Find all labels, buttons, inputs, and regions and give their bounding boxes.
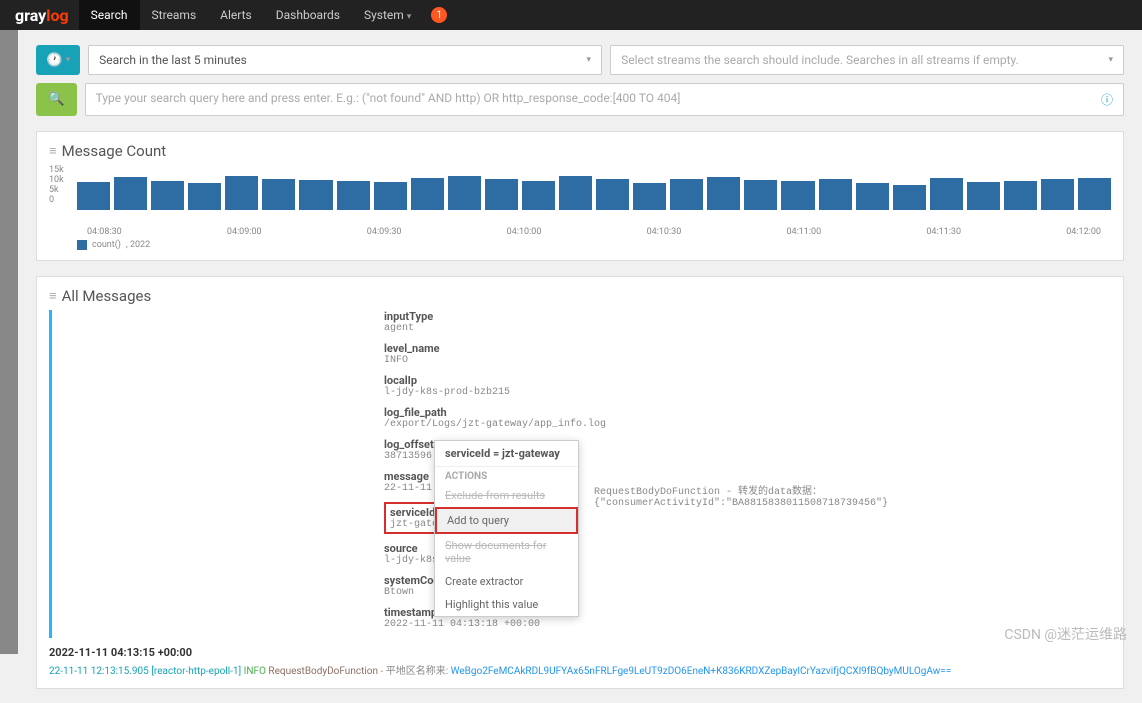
notification-badge[interactable]: 1 [431,7,447,23]
chart-bar[interactable] [485,179,518,210]
context-header: serviceId = jzt-gateway [435,441,578,467]
chart-bar[interactable] [744,180,777,210]
ctx-create-extractor[interactable]: Create extractor [435,570,578,593]
ctx-show-documents-for-value[interactable]: Show documents for value [435,534,578,570]
search-icon: 🔍 [48,92,65,107]
chart-bar[interactable] [893,185,926,211]
chart-bar[interactable] [559,176,592,211]
field-log_file_path[interactable]: log_file_path/export/Logs/jzt-gateway/ap… [384,406,1111,430]
nav-dashboards[interactable]: Dashboards [264,0,352,30]
chart-bar[interactable] [819,179,852,210]
chart-panel: ≡ Message Count 15k 10k 5k 0 04:08:3004:0… [36,131,1124,261]
clock-icon: 🕐 [46,53,63,68]
messages-title: All Messages [62,287,152,305]
chart-bar[interactable] [225,176,258,210]
chart-bar[interactable] [151,181,184,210]
chart-bar[interactable] [930,178,963,210]
chart-title: Message Count [62,142,167,160]
field-level_name[interactable]: level_nameINFO [384,342,1111,366]
context-section: ACTIONS [435,467,578,484]
chart-bar[interactable] [374,182,407,210]
chart-bar[interactable] [299,180,332,210]
ctx-add-to-query[interactable]: Add to query [435,507,578,534]
ctx-exclude-from-results[interactable]: Exclude from results [435,484,578,507]
chart-bar[interactable] [77,182,110,211]
x-axis: 04:08:3004:09:0004:09:3004:10:0004:10:30… [77,225,1111,237]
sidebar [0,30,18,654]
help-icon[interactable]: ⓘ [1101,91,1113,108]
query-input[interactable]: Type your search query here and press en… [85,83,1124,116]
chart-bar[interactable] [337,181,370,210]
chart-bar[interactable] [262,179,295,211]
chart-bar[interactable] [1041,179,1074,211]
timerange-select[interactable]: Search in the last 5 minutes▾ [88,45,602,75]
chart-bar[interactable] [448,176,481,210]
chart-bar[interactable] [670,179,703,211]
y-axis: 15k 10k 5k 0 [49,165,64,205]
message-fields: inputTypeagent level_nameINFO localIpl-jdy… [384,310,1111,638]
chart-bar[interactable] [781,181,814,210]
timestamp-row: 2022-11-11 04:13:15 +00:00 [49,646,1111,659]
chart-bar[interactable] [707,177,740,210]
chart-bar[interactable] [411,178,444,210]
chart-bar[interactable] [1078,178,1111,210]
field-inputType[interactable]: inputTypeagent [384,310,1111,334]
nav-search[interactable]: Search [79,0,140,30]
logo: graylog [5,6,79,25]
top-nav: graylog Search Streams Alerts Dashboards… [0,0,1142,30]
message-sidebar [49,310,369,638]
context-menu: serviceId = jzt-gateway ACTIONS Exclude … [434,440,579,617]
search-button[interactable]: 🔍 [36,83,77,116]
ctx-highlight-this-value[interactable]: Highlight this value [435,593,578,616]
chart-bar[interactable] [633,183,666,210]
nav-alerts[interactable]: Alerts [208,0,264,30]
chart-bar[interactable] [856,183,889,210]
chart-bar[interactable] [114,177,147,210]
chart-bars [77,165,1111,210]
chart-bar[interactable] [188,183,221,210]
messages-panel: ≡ All Messages inputTypeagent level_nameIN… [36,276,1124,689]
panel-menu-icon[interactable]: ≡ [49,288,57,304]
time-config-button[interactable]: 🕐▾ [36,45,80,75]
chart-bar[interactable] [596,179,629,210]
stream-select[interactable]: Select streams the search should include… [610,45,1124,75]
chart-legend: count(), 2022 [77,240,1111,250]
nav-streams[interactable]: Streams [140,0,209,30]
panel-menu-icon[interactable]: ≡ [49,143,57,159]
chart-bar[interactable] [967,182,1000,211]
field-localIp[interactable]: localIpl-jdy-k8s-prod-bzb215 [384,374,1111,398]
chart-bar[interactable] [1004,181,1037,210]
chart-bar[interactable] [522,181,555,210]
watermark: CSDN @迷茫运维路 [1004,624,1127,644]
log-line: 22-11-11 12:13:15.905 [reactor-http-epol… [49,662,1111,678]
nav-system[interactable]: System ▾ [352,0,423,30]
